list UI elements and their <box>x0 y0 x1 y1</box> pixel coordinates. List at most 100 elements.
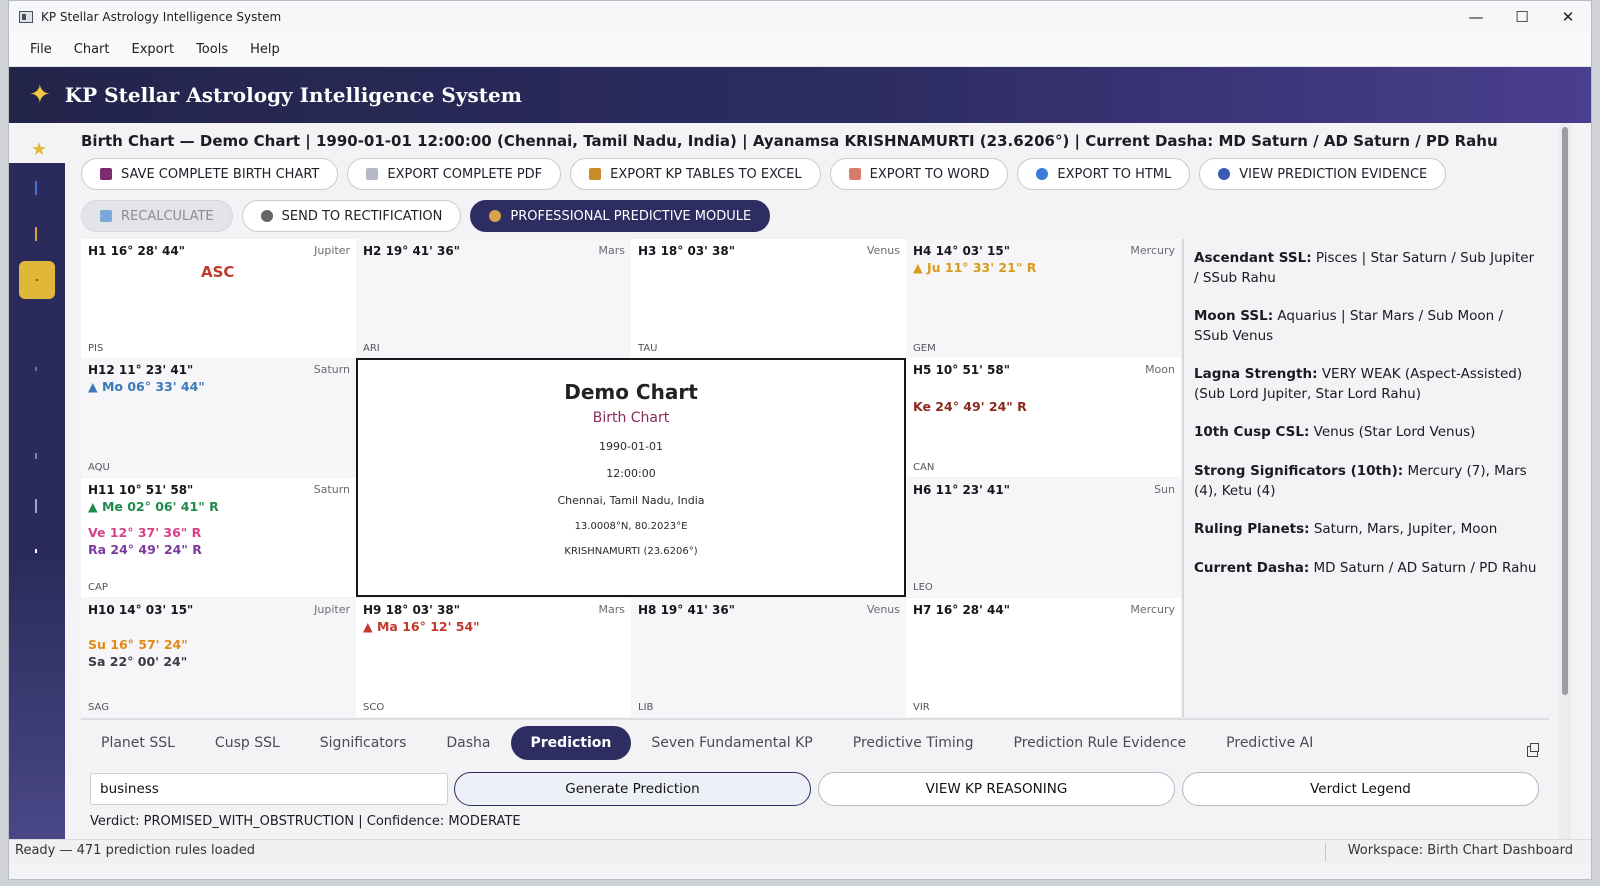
maximize-button[interactable]: ☐ <box>1499 1 1545 33</box>
export-word-button[interactable]: EXPORT TO WORD <box>829 158 1009 190</box>
house-cusp-label: H11 10° 51' 58" <box>88 483 194 497</box>
sidebar-star-icon[interactable]: ★ <box>31 139 47 160</box>
scrollbar-thumb[interactable] <box>1562 127 1568 695</box>
tab-prediction-rule-evidence[interactable]: Prediction Rule Evidence <box>994 726 1207 760</box>
house-sign-lord: Moon <box>1145 363 1175 376</box>
vertical-scrollbar[interactable] <box>1559 123 1571 839</box>
summary-10th-cusp-csl: 10th Cusp CSL: Venus (Star Lord Venus) <box>1194 424 1476 441</box>
status-message: Ready — 471 prediction rules loaded <box>15 843 256 858</box>
house-h6[interactable]: H6 11° 23' 41" Sun LEO <box>906 478 1181 597</box>
view-prediction-evidence-button[interactable]: VIEW PREDICTION EVIDENCE <box>1199 158 1447 190</box>
sidebar-item-5[interactable] <box>35 453 37 459</box>
house-h12[interactable]: H12 11° 23' 41" Saturn ▲ Mo 06° 33' 44" … <box>81 358 356 477</box>
planet-moon: ▲ Mo 06° 33' 44" <box>88 379 205 394</box>
tab-predictive-ai[interactable]: Predictive AI <box>1206 726 1333 760</box>
birth-time: 12:00:00 <box>606 467 656 480</box>
tab-prediction[interactable]: Prediction <box>510 726 632 760</box>
detach-window-icon[interactable] <box>1527 743 1539 757</box>
house-sign: TAU <box>638 343 658 354</box>
house-sign-lord: Venus <box>866 244 900 257</box>
document-icon <box>366 168 379 180</box>
house-h7[interactable]: H7 16° 28' 44" Mercury VIR <box>906 598 1181 717</box>
sidebar-item-2[interactable] <box>35 227 37 241</box>
house-h1[interactable]: H1 16° 28' 44" Jupiter ASC PIS <box>81 239 356 358</box>
menu-file[interactable]: File <box>19 42 63 57</box>
summary-current-dasha: Current Dasha: MD Saturn / AD Saturn / P… <box>1194 559 1537 576</box>
house-sign-lord: Saturn <box>313 363 350 376</box>
tab-dasha[interactable]: Dasha <box>426 726 510 760</box>
export-html-button[interactable]: EXPORT TO HTML <box>1017 158 1191 190</box>
planet-sun: Su 16° 57' 24" <box>88 637 188 652</box>
save-icon <box>100 168 112 180</box>
recalculate-button[interactable]: RECALCULATE <box>81 200 233 232</box>
export-excel-button[interactable]: EXPORT KP TABLES TO EXCEL <box>570 158 821 190</box>
menu-help[interactable]: Help <box>239 42 291 57</box>
house-h5[interactable]: H5 10° 51' 58" Moon Ke 24° 49' 24" R CAN <box>906 358 1181 477</box>
action-toolbar: RECALCULATE SEND TO RECTIFICATION PROFES… <box>81 200 771 232</box>
chart-name: Demo Chart <box>564 380 698 404</box>
chart-header: Birth Chart — Demo Chart | 1990-01-01 12… <box>81 132 1498 150</box>
house-h3[interactable]: H3 18° 03' 38" Venus TAU <box>631 239 906 358</box>
tab-significators[interactable]: Significators <box>300 726 427 760</box>
tab-seven-fundamental-kp[interactable]: Seven Fundamental KP <box>631 726 832 760</box>
view-kp-reasoning-button[interactable]: VIEW KP REASONING <box>818 772 1175 806</box>
menu-bar: File Chart Export Tools Help <box>9 33 1591 67</box>
professional-predictive-module-button[interactable]: PROFESSIONAL PREDICTIVE MODULE <box>470 200 771 232</box>
chart-type: Birth Chart <box>592 410 670 426</box>
sidebar-item-1[interactable] <box>35 181 37 195</box>
house-sign: CAN <box>913 462 935 473</box>
minimize-button[interactable]: — <box>1453 1 1499 33</box>
verdict-text: Verdict: PROMISED_WITH_OBSTRUCTION | Con… <box>90 814 521 829</box>
save-birth-chart-button[interactable]: SAVE COMPLETE BIRTH CHART <box>81 158 339 190</box>
sidebar-item-6[interactable] <box>35 499 37 513</box>
house-h11[interactable]: H11 10° 51' 58" Saturn ▲ Me 02° 06' 41" … <box>81 478 356 597</box>
birth-date: 1990-01-01 <box>599 440 663 453</box>
house-sign: GEM <box>913 343 936 354</box>
house-sign: VIR <box>913 702 930 713</box>
generate-prediction-button[interactable]: Generate Prediction <box>454 772 811 806</box>
tab-cusp-ssl[interactable]: Cusp SSL <box>195 726 300 760</box>
house-cusp-label: H10 14° 03' 15" <box>88 603 194 617</box>
house-sign: LEO <box>913 582 933 593</box>
verdict-legend-button[interactable]: Verdict Legend <box>1182 772 1539 806</box>
ayanamsa-value: KRISHNAMURTI (23.6206°) <box>564 546 698 557</box>
summary-ruling-planets: Ruling Planets: Saturn, Mars, Jupiter, M… <box>1194 521 1498 538</box>
tab-planet-ssl[interactable]: Planet SSL <box>81 726 195 760</box>
spreadsheet-icon <box>589 168 602 180</box>
banner-title: KP Stellar Astrology Intelligence System <box>64 83 522 107</box>
house-h8[interactable]: H8 19° 41' 36" Venus LIB <box>631 598 906 717</box>
globe-icon <box>1036 168 1049 180</box>
clock-icon <box>260 210 273 222</box>
menu-chart[interactable]: Chart <box>63 42 121 57</box>
app-window: KP Stellar Astrology Intelligence System… <box>8 0 1592 880</box>
menu-tools[interactable]: Tools <box>185 42 239 57</box>
tab-predictive-timing[interactable]: Predictive Timing <box>833 726 994 760</box>
analysis-tabs: Planet SSL Cusp SSL Significators Dasha … <box>81 726 1333 760</box>
menu-export[interactable]: Export <box>121 42 186 57</box>
house-sign: AQU <box>88 462 110 473</box>
word-doc-icon <box>848 168 861 180</box>
person-icon <box>489 210 502 222</box>
house-h4[interactable]: H4 14° 03' 15" Mercury ▲ Ju 11° 33' 21" … <box>906 239 1181 358</box>
export-pdf-button[interactable]: EXPORT COMPLETE PDF <box>347 158 562 190</box>
title-bar: KP Stellar Astrology Intelligence System… <box>9 1 1591 33</box>
house-sign: ARI <box>363 343 380 354</box>
sidebar-item-active[interactable] <box>19 261 55 299</box>
summary-ascendant-ssl: Ascendant SSL: Pisces | Star Saturn / Su… <box>1194 250 1535 286</box>
house-h2[interactable]: H2 19° 41' 36" Mars ARI <box>356 239 631 358</box>
house-sign: SAG <box>88 702 109 713</box>
star-logo-icon: ✦ <box>29 80 51 110</box>
house-h10[interactable]: H10 14° 03' 15" Jupiter Su 16° 57' 24" S… <box>81 598 356 717</box>
close-button[interactable]: ✕ <box>1545 1 1591 33</box>
send-to-rectification-button[interactable]: SEND TO RECTIFICATION <box>241 200 462 232</box>
sidebar-item-4[interactable] <box>35 367 37 371</box>
birth-place: Chennai, Tamil Nadu, India <box>557 494 705 507</box>
sidebar: ★ <box>9 123 65 839</box>
house-h9[interactable]: H9 18° 03' 38" Mars ▲ Ma 16° 12' 54" SCO <box>356 598 631 717</box>
prediction-query-input[interactable] <box>90 773 448 805</box>
status-bar: Ready — 471 prediction rules loaded Work… <box>9 839 1591 863</box>
house-sign-lord: Jupiter <box>314 603 350 616</box>
sidebar-item-7[interactable] <box>35 549 37 553</box>
house-sign-lord: Sun <box>1154 483 1175 496</box>
summary-moon-ssl: Moon SSL: Aquarius | Star Mars / Sub Moo… <box>1194 308 1504 344</box>
